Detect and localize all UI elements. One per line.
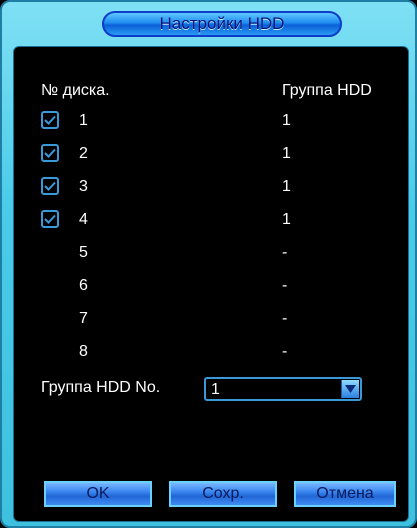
chevron-down-icon [345, 385, 356, 393]
disk-number: 6 [79, 277, 88, 294]
hdd-group-no-select[interactable]: 1 [204, 377, 362, 401]
disk-4-checkbox[interactable] [41, 210, 59, 228]
disk-row: 5 - [14, 242, 410, 264]
hdd-group-header: Группа HDD [282, 82, 372, 99]
disk-1-checkbox[interactable] [41, 111, 59, 129]
disk-number: 4 [79, 211, 88, 228]
disk-number-header: № диска. [41, 82, 110, 99]
dialog-title: Настройки HDD [102, 11, 342, 37]
disk-3-checkbox[interactable] [41, 177, 59, 195]
disk-number: 1 [79, 112, 88, 129]
save-button[interactable]: Сохр. [169, 481, 277, 507]
hdd-group-no-label: Группа HDD No. [41, 379, 161, 396]
content-panel: № диска. Группа HDD 1 1 2 1 3 1 4 1 5 - … [13, 46, 409, 522]
checkmark-icon [44, 148, 56, 158]
disk-group: - [282, 310, 288, 327]
checkmark-icon [44, 214, 56, 224]
hdd-settings-dialog: Настройки HDD № диска. Группа HDD 1 1 2 … [0, 0, 417, 528]
disk-2-checkbox[interactable] [41, 144, 59, 162]
cancel-button[interactable]: Отмена [294, 481, 396, 507]
disk-group: 1 [282, 112, 291, 129]
dropdown-arrow-button[interactable] [341, 380, 359, 398]
disk-group: 1 [282, 178, 291, 195]
checkmark-icon [44, 115, 56, 125]
disk-row: 1 1 [14, 110, 410, 132]
disk-row: 8 - [14, 341, 410, 363]
disk-group: - [282, 343, 288, 360]
disk-row: 3 1 [14, 176, 410, 198]
disk-number: 2 [79, 145, 88, 162]
hdd-group-no-value: 1 [211, 381, 220, 398]
disk-number: 8 [79, 343, 88, 360]
disk-group: 1 [282, 211, 291, 228]
disk-row: 4 1 [14, 209, 410, 231]
ok-button[interactable]: OK [44, 481, 152, 507]
disk-group: 1 [282, 145, 291, 162]
disk-row: 7 - [14, 308, 410, 330]
disk-number: 7 [79, 310, 88, 327]
disk-number: 3 [79, 178, 88, 195]
disk-row: 2 1 [14, 143, 410, 165]
disk-group: - [282, 244, 288, 261]
checkmark-icon [44, 181, 56, 191]
disk-row: 6 - [14, 275, 410, 297]
disk-group: - [282, 277, 288, 294]
disk-number: 5 [79, 244, 88, 261]
